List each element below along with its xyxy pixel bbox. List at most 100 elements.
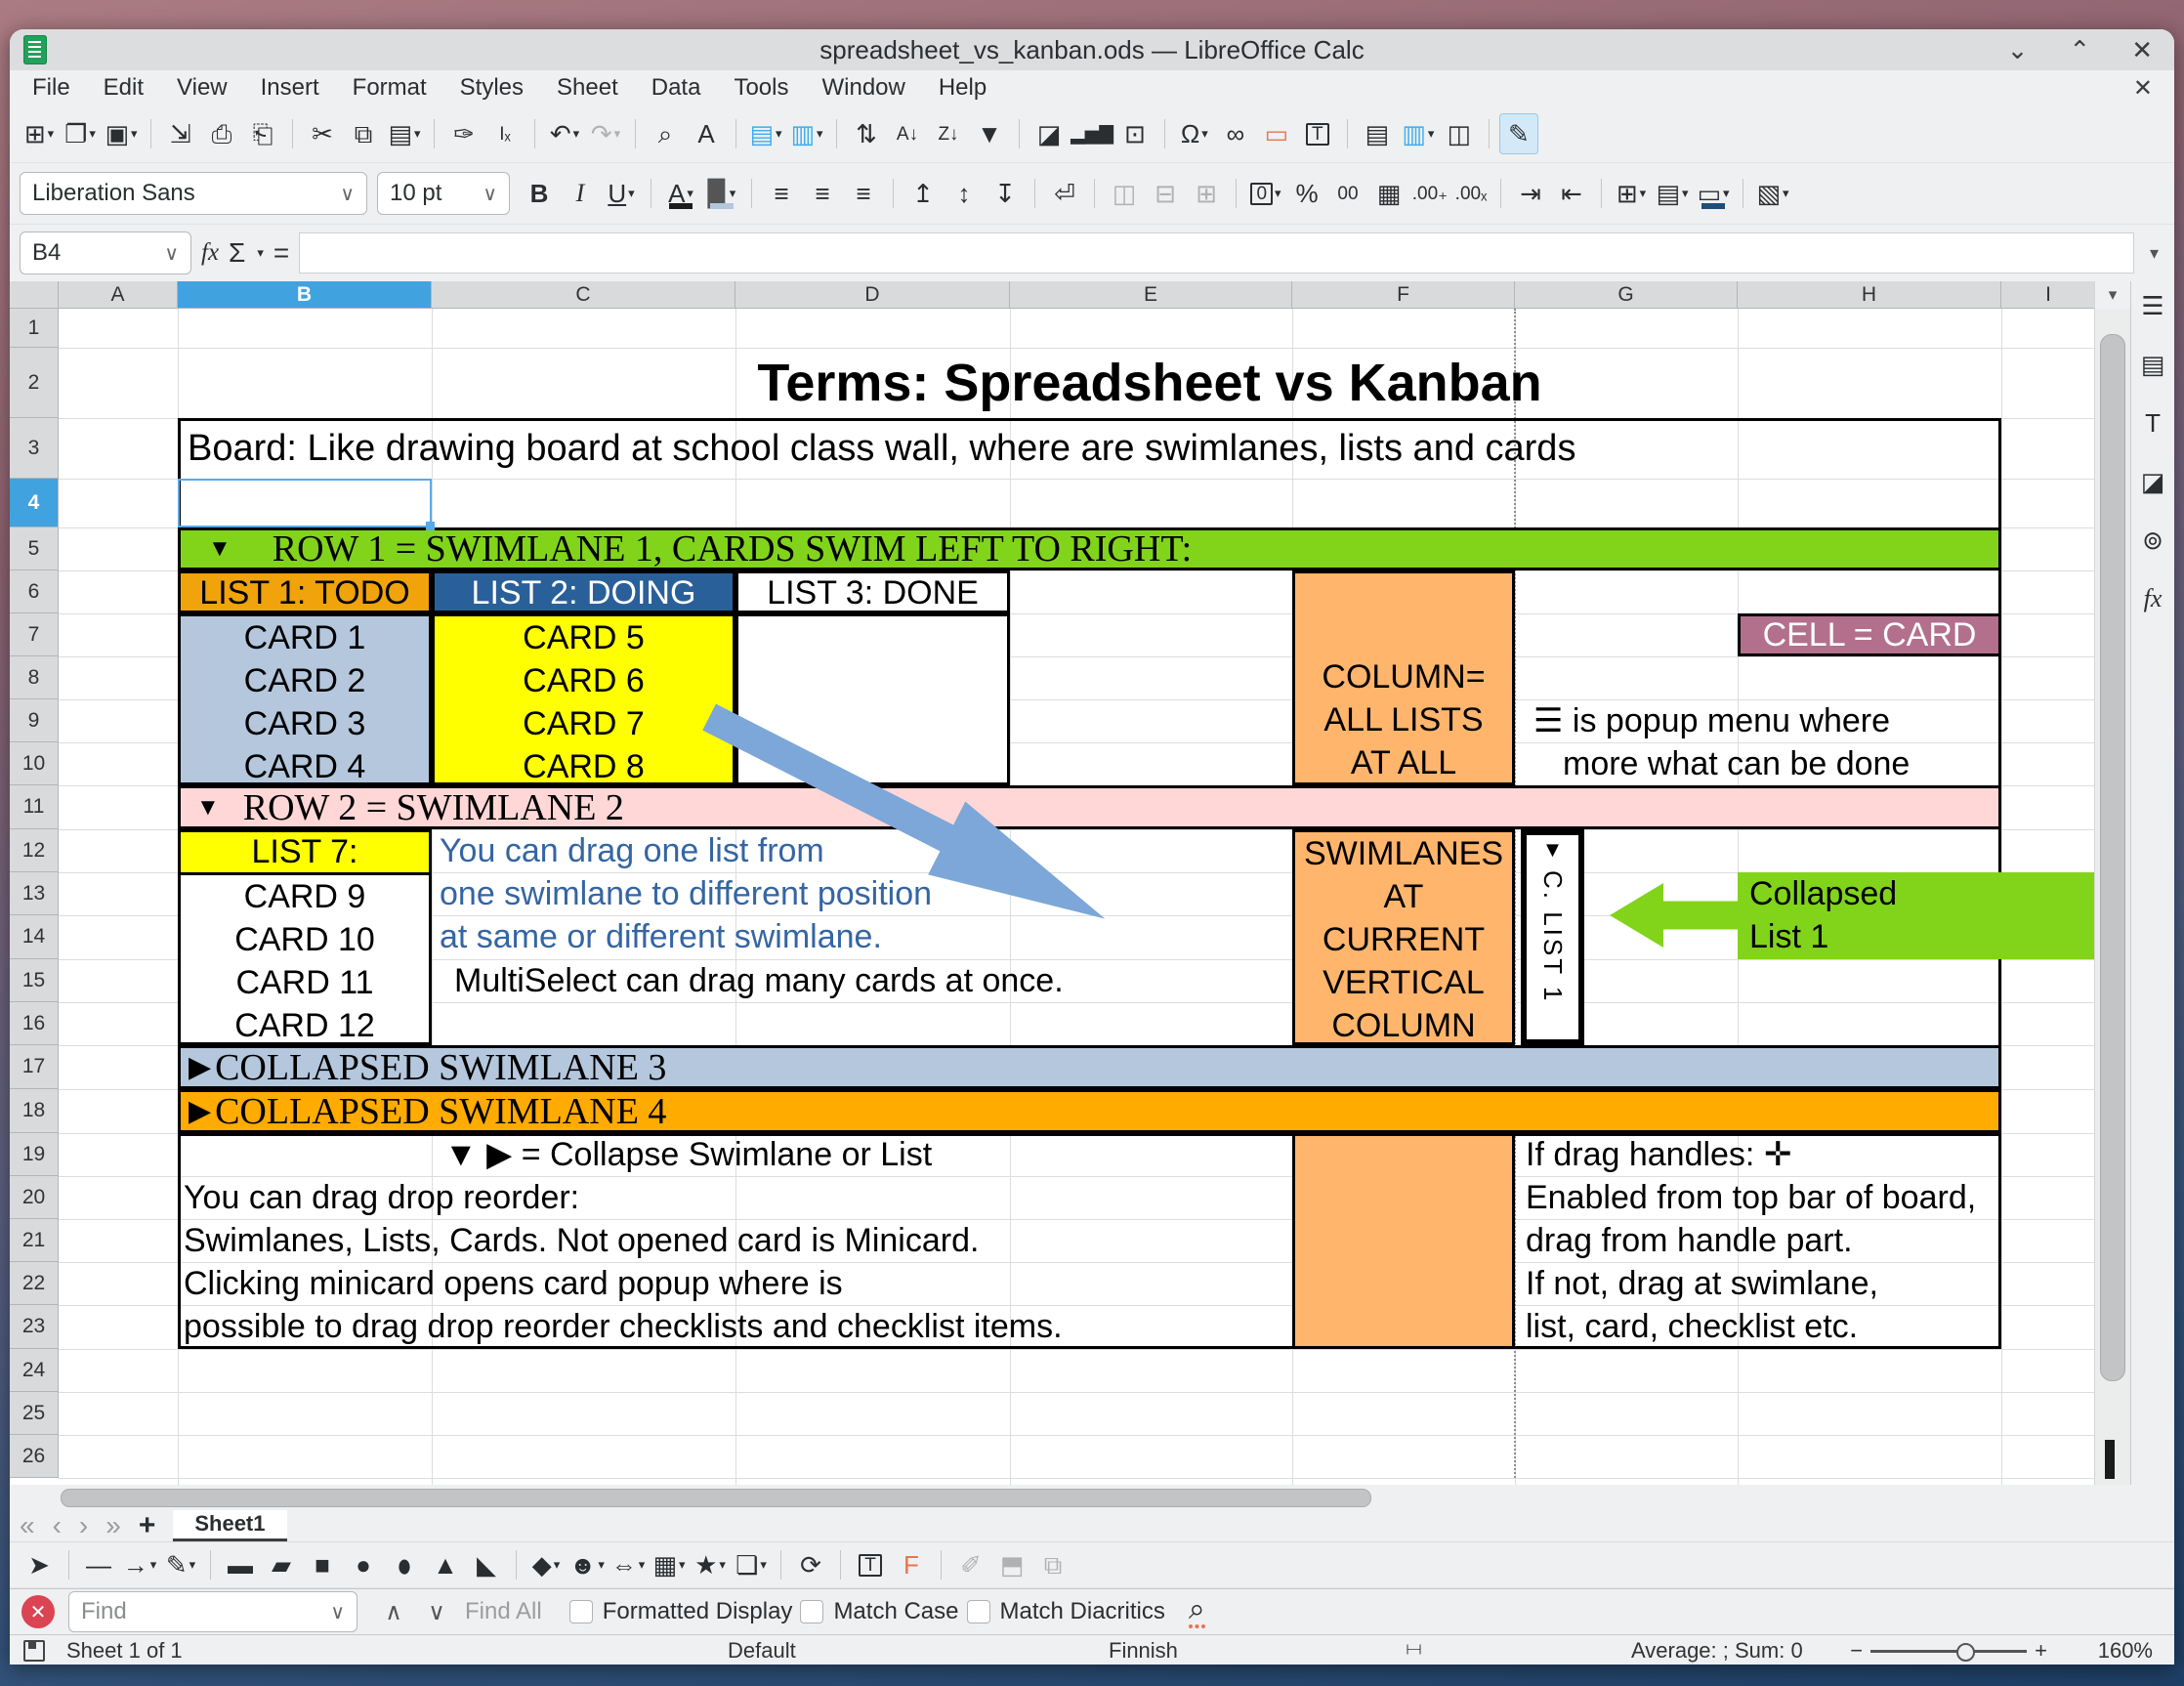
align-top-icon[interactable]: ↥ [903,173,943,214]
row-header-12[interactable]: 12 [10,829,59,872]
column-header-a[interactable]: A [59,281,178,309]
page-style[interactable]: Default [728,1638,796,1664]
print-icon[interactable]: ⎙ [202,113,241,154]
insert-chart-icon[interactable]: ▂▅▇ [1071,113,1113,154]
row-header-13[interactable]: 13 [10,872,59,915]
new-icon[interactable]: ⊞▾ [20,113,59,154]
sheet-tab-sheet1[interactable]: Sheet1 [173,1510,286,1542]
stars-and-banners-icon[interactable]: ★▾ [691,1544,730,1585]
fill-handle[interactable] [426,522,435,530]
function-wizard-icon[interactable]: fx [201,239,219,267]
insert-line-icon[interactable]: — [79,1544,118,1585]
row-header-10[interactable]: 10 [10,742,59,785]
formula-icon[interactable]: = [273,237,289,269]
row-header-7[interactable]: 7 [10,613,59,656]
maximize-button[interactable]: ⌃ [2069,37,2090,63]
minimize-button[interactable]: ⌄ [2007,37,2029,63]
menu-tools[interactable]: Tools [717,74,805,102]
wrap-text-icon[interactable]: ⏎ [1045,173,1084,214]
swimlane1-bar[interactable]: ▼ ROW 1 = SWIMLANE 1, CARDS SWIM LEFT TO… [178,527,2001,570]
row-header-6[interactable]: 6 [10,570,59,613]
format-as-date-icon[interactable]: ▦ [1369,173,1408,214]
menu-sheet[interactable]: Sheet [540,74,635,102]
close-button[interactable]: ✕ [2131,37,2153,63]
font-name-combo[interactable]: Liberation Sans ∨ [20,172,367,215]
circle-icon[interactable]: ● [344,1544,383,1585]
show-draw-functions-icon[interactable]: ✎ [1499,113,1538,154]
undo-icon[interactable]: ↶▾ [545,113,584,154]
align-bottom-icon[interactable]: ↧ [986,173,1025,214]
close-find-bar-button[interactable]: ✕ [21,1595,55,1628]
square-icon[interactable]: ■ [303,1544,342,1585]
horizontal-scroll-thumb[interactable] [61,1489,1371,1507]
checkbox-icon[interactable] [967,1600,990,1623]
input-line[interactable] [299,232,2134,274]
name-box[interactable]: B4 ∨ [20,232,191,274]
column-header-h[interactable]: H [1738,281,2001,309]
insert-image-icon[interactable]: ◪ [1029,113,1069,154]
rectangle-icon[interactable]: ▬ [221,1544,260,1585]
zoom-slider-knob[interactable] [1956,1643,1975,1662]
flowchart-shapes-icon[interactable]: ▦▾ [650,1544,689,1585]
column-header-e[interactable]: E [1010,281,1292,309]
isosceles-triangle-icon[interactable]: ▲ [426,1544,465,1585]
insert-text-box-icon[interactable]: T [1298,113,1337,154]
row-header-25[interactable]: 25 [10,1392,59,1435]
spelling-icon[interactable]: A [687,113,726,154]
column-header-b[interactable]: B [178,281,432,309]
properties-deck-icon[interactable]: ▤ [2141,352,2165,377]
grid-corner[interactable] [10,281,59,309]
decrease-indent-icon[interactable]: ⇤ [1552,173,1591,214]
border-color-icon[interactable]: ▭▾ [1694,173,1733,214]
zoom-level[interactable]: 160% [2098,1638,2153,1664]
align-left-icon[interactable]: ≡ [762,173,801,214]
add-decimal-place-icon[interactable]: .00₊ [1410,173,1449,214]
borders-icon[interactable]: ⊞▾ [1612,173,1651,214]
expand-formula-bar-icon[interactable]: ▾ [2109,281,2118,309]
menu-format[interactable]: Format [336,74,443,102]
split-window-icon[interactable]: ◫ [1440,113,1479,154]
underline-icon[interactable]: U▾ [602,173,641,214]
row-header-19[interactable]: 19 [10,1133,59,1176]
spreadsheet-grid[interactable]: Terms: Spreadsheet vs Kanban Board: Like… [10,281,2094,1485]
checkbox-match-diacritics[interactable]: Match Diacritics [967,1598,1165,1625]
row-header-9[interactable]: 9 [10,699,59,742]
insert-special-character-icon[interactable]: Ω▾ [1175,113,1214,154]
menu-view[interactable]: View [160,74,244,102]
row-header-18[interactable]: 18 [10,1089,59,1133]
increase-indent-icon[interactable]: ⇥ [1511,173,1550,214]
row-header-17[interactable]: 17 [10,1045,59,1089]
find-and-replace-icon[interactable]: ⌕ [646,113,685,154]
menu-insert[interactable]: Insert [244,74,336,102]
menu-styles[interactable]: Styles [443,74,540,102]
symbol-shapes-icon[interactable]: ☻▾ [567,1544,607,1585]
expand-triangle-icon[interactable]: ▶ [189,1053,211,1082]
fontwork-icon[interactable]: F [892,1544,931,1585]
zoom-slider-track[interactable] [1870,1650,2027,1653]
selected-cell[interactable] [178,479,432,527]
find-and-replace-icon[interactable]: ⌕ [1189,1595,1205,1628]
format-as-percent-icon[interactable]: % [1287,173,1326,214]
collapsed-list-box[interactable]: ▼ C. LIST 1 [1521,829,1584,1045]
conditional-formatting-icon[interactable]: ▧▾ [1753,173,1792,214]
split-handle[interactable] [2105,1440,2115,1479]
swimlane4-bar[interactable]: ▶ COLLAPSED SWIMLANE 4 [178,1089,2001,1133]
bold-icon[interactable]: B [520,173,559,214]
delete-decimal-place-icon[interactable]: .00ₓ [1451,173,1491,214]
language-status[interactable]: Finnish [1109,1638,1178,1664]
zoom-in-icon[interactable]: + [2035,1638,2047,1664]
expand-triangle-icon[interactable]: ▶ [189,1097,211,1126]
vertical-scroll-thumb[interactable] [2100,334,2125,1381]
row-header-26[interactable]: 26 [10,1435,59,1478]
sort-descending-icon[interactable]: Z↓ [929,113,968,154]
titlebar[interactable]: spreadsheet_vs_kanban.ods — LibreOffice … [10,29,2174,70]
menu-data[interactable]: Data [635,74,718,102]
autofilter-icon[interactable]: ▼ [970,113,1009,154]
center-vertically-icon[interactable]: ↕ [945,173,984,214]
checkbox-icon[interactable] [800,1600,823,1623]
format-as-currency-icon[interactable]: 0▾ [1246,173,1285,214]
row-header-14[interactable]: 14 [10,915,59,959]
save-icon[interactable]: ▣▾ [102,113,141,154]
vertical-scrollbar[interactable]: ▾ [2094,281,2130,1485]
row-header-5[interactable]: 5 [10,527,59,570]
